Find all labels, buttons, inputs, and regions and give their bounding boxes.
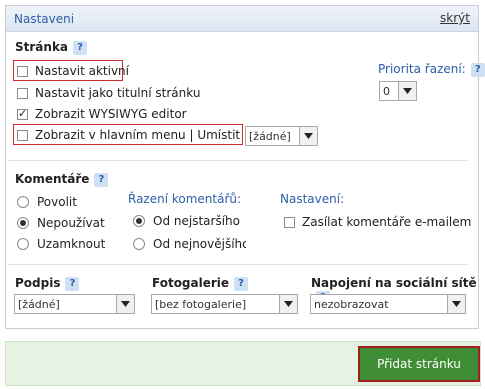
select-value: [žádné] bbox=[249, 130, 291, 143]
checkbox-icon[interactable] bbox=[17, 65, 28, 77]
signature-title: Podpis? bbox=[15, 276, 80, 291]
checkbox-label: Nastavit jako titulní stránku bbox=[35, 86, 201, 100]
comment-settings-label: Nastavení: bbox=[280, 192, 345, 206]
page-section-title-text: Stránka bbox=[15, 40, 69, 54]
radio-label: Povolit bbox=[37, 195, 77, 209]
chevron-down-icon[interactable] bbox=[447, 295, 465, 313]
checkbox-label: Zobrazit WYSIWYG editor bbox=[35, 107, 187, 121]
help-icon[interactable]: ? bbox=[470, 62, 485, 77]
radio-allow[interactable]: Povolit bbox=[17, 195, 77, 209]
checkbox-set-active[interactable]: Nastavit aktivní bbox=[17, 64, 129, 78]
signature-title-text: Podpis bbox=[15, 276, 61, 290]
radio-label: Nepoužívat bbox=[37, 216, 105, 230]
chevron-down-icon[interactable] bbox=[398, 82, 416, 100]
chevron-down-icon[interactable] bbox=[279, 295, 297, 313]
radio-label: Od nejnovějšího bbox=[153, 237, 250, 251]
panel-header: Nastaveni skrýt bbox=[6, 6, 478, 32]
help-icon[interactable]: ? bbox=[65, 276, 80, 291]
blank-area bbox=[246, 178, 268, 258]
select-value: 0 bbox=[383, 85, 390, 98]
gallery-select[interactable]: [bez fotogalerie] bbox=[151, 294, 298, 314]
chevron-down-icon[interactable] bbox=[299, 127, 317, 145]
comment-sort-label: Řazení komentářů: bbox=[128, 192, 242, 206]
radio-newest-first[interactable]: Od nejnovějšího bbox=[133, 237, 250, 251]
select-value: nezobrazovat bbox=[314, 298, 389, 311]
add-page-button[interactable]: Přidat stránku bbox=[358, 346, 480, 382]
social-select[interactable]: nezobrazovat bbox=[310, 294, 466, 314]
comments-section-title: Komentáře? bbox=[15, 172, 109, 187]
menu-parent-select[interactable]: [žádné] bbox=[245, 126, 318, 146]
checkbox-icon[interactable] bbox=[284, 216, 295, 228]
social-title-text: Napojení na sociální sítě bbox=[311, 276, 477, 290]
panel-title: Nastaveni bbox=[14, 12, 75, 26]
checkbox-label: Nastavit aktivní bbox=[35, 64, 129, 78]
checkbox-icon[interactable] bbox=[17, 129, 28, 141]
checkbox-wysiwyg[interactable]: Zobrazit WYSIWYG editor bbox=[17, 107, 187, 121]
priority-label-text: Priorita řazení: bbox=[378, 62, 466, 76]
help-icon[interactable]: ? bbox=[234, 276, 249, 291]
page-section-title: Stránka? bbox=[15, 40, 88, 55]
select-value: [žádné] bbox=[18, 298, 60, 311]
help-icon[interactable]: ? bbox=[73, 40, 88, 55]
radio-icon[interactable] bbox=[133, 238, 145, 250]
radio-not-used[interactable]: Nepoužívat bbox=[17, 216, 105, 230]
hide-link[interactable]: skrýt bbox=[440, 11, 470, 25]
radio-selected-icon[interactable] bbox=[133, 215, 145, 227]
checkbox-set-homepage[interactable]: Nastavit jako titulní stránku bbox=[17, 86, 200, 100]
help-icon[interactable]: ? bbox=[94, 172, 109, 187]
radio-icon[interactable] bbox=[17, 238, 29, 250]
priority-select[interactable]: 0 bbox=[379, 81, 417, 101]
checkbox-checked-icon[interactable] bbox=[17, 107, 28, 120]
signature-select[interactable]: [žádné] bbox=[14, 294, 135, 314]
checkbox-email-comments[interactable]: Zasílat komentáře e-mailem bbox=[284, 215, 471, 229]
radio-label: Od nejstaršího bbox=[153, 214, 240, 228]
divider bbox=[8, 264, 468, 265]
checkbox-icon[interactable] bbox=[17, 87, 28, 99]
radio-selected-icon[interactable] bbox=[17, 217, 29, 229]
divider bbox=[8, 160, 468, 161]
radio-icon[interactable] bbox=[17, 196, 29, 208]
radio-lock[interactable]: Uzamknout bbox=[17, 237, 105, 251]
checkbox-label: Zasílat komentáře e-mailem bbox=[302, 215, 472, 229]
select-value: [bez fotogalerie] bbox=[155, 298, 247, 311]
radio-oldest-first[interactable]: Od nejstaršího bbox=[133, 214, 240, 228]
checkbox-show-in-menu[interactable]: Zobrazit v hlavním menu | Umístit pod bbox=[17, 128, 267, 142]
comments-title-text: Komentáře bbox=[15, 172, 90, 186]
gallery-title: Fotogalerie? bbox=[152, 276, 249, 291]
checkbox-label: Zobrazit v hlavním menu | Umístit pod bbox=[35, 128, 267, 142]
radio-label: Uzamknout bbox=[37, 237, 106, 251]
gallery-title-text: Fotogalerie bbox=[152, 276, 230, 290]
chevron-down-icon[interactable] bbox=[116, 295, 134, 313]
priority-label: Priorita řazení:? bbox=[378, 62, 485, 77]
